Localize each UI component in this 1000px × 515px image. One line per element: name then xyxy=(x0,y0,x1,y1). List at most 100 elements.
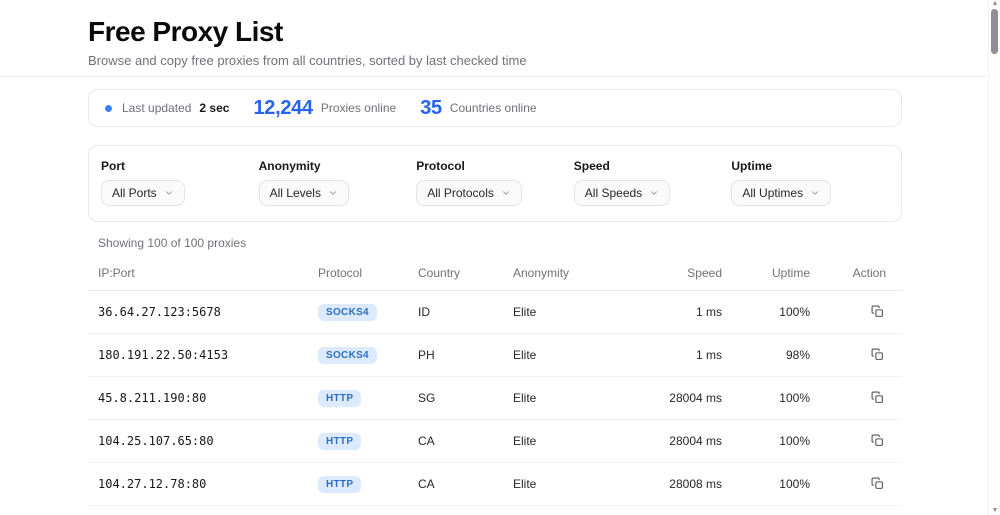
chevron-down-icon xyxy=(164,188,174,198)
page-subtitle: Browse and copy free proxies from all co… xyxy=(88,53,527,69)
action-cell xyxy=(810,376,902,420)
chevron-down-icon xyxy=(501,188,511,198)
filter-label: Port xyxy=(101,159,125,173)
protocol-cell: HTTP xyxy=(318,376,418,420)
proxies-online-count: 12,244 xyxy=(253,96,313,119)
uptime-cell: 98% xyxy=(722,333,810,377)
protocol-badge: HTTP xyxy=(318,432,362,450)
ip-port-cell: 180.191.22.50:4153 xyxy=(88,333,318,377)
country-cell: BR xyxy=(418,505,513,515)
filter-dropdown-port[interactable]: All Ports xyxy=(101,180,185,206)
ip-port-cell: 104.25.107.65:80 xyxy=(88,419,318,463)
scrollbar[interactable]: ▲ ▼ xyxy=(988,0,1000,515)
uptime-cell: 100% xyxy=(722,376,810,420)
copy-button[interactable] xyxy=(869,346,886,363)
filter-selected-value: All Uptimes xyxy=(742,186,804,200)
copy-button[interactable] xyxy=(869,303,886,320)
anonymity-cell: Elite xyxy=(513,419,643,463)
scrollbar-thumb[interactable] xyxy=(991,9,998,54)
filter-label: Uptime xyxy=(731,159,773,173)
page-header: Free Proxy List Browse and copy free pro… xyxy=(0,0,1000,77)
anonymity-cell: Elite xyxy=(513,462,643,506)
speed-cell: 28004 ms xyxy=(643,419,722,463)
proxy-table: IP:Port Protocol Country Anonymity Speed Upti… xyxy=(88,252,902,515)
table-row: 104.27.12.78:80 HTTP CA Elite 28008 ms 1… xyxy=(88,462,902,506)
filter-group: Uptime All Uptimes xyxy=(731,159,889,206)
copy-button[interactable] xyxy=(869,432,886,449)
filter-group: Protocol All Protocols xyxy=(416,159,574,206)
uptime-cell: 100% xyxy=(722,419,810,463)
main-content: Last updated 2 sec 12,244 Proxies online… xyxy=(88,89,902,515)
speed-cell: 28008 ms xyxy=(643,462,722,506)
scroll-down-icon[interactable]: ▼ xyxy=(989,507,1000,514)
speed-cell: 1 ms xyxy=(643,290,722,334)
page-title: Free Proxy List xyxy=(88,16,283,47)
speed-cell: 1 ms xyxy=(643,333,722,377)
ip-port-cell: 36.64.27.123:5678 xyxy=(88,290,318,334)
copy-button[interactable] xyxy=(869,475,886,492)
filter-label: Speed xyxy=(573,159,610,173)
scroll-up-icon[interactable]: ▲ xyxy=(989,0,1000,7)
action-cell xyxy=(810,505,902,515)
live-status-dot-icon xyxy=(105,104,112,112)
filter-selected-value: All Ports xyxy=(112,186,157,200)
free-proxy-list-page: Free Proxy List Browse and copy free pro… xyxy=(0,0,1000,515)
country-cell: CA xyxy=(418,419,513,463)
copy-button[interactable] xyxy=(869,389,886,406)
column-header-uptime: Uptime xyxy=(722,252,810,291)
protocol-badge: HTTP xyxy=(318,475,362,493)
protocol-cell: SOCKS4 xyxy=(318,505,418,515)
anonymity-cell: Elite xyxy=(513,333,643,377)
column-header-country: Country xyxy=(418,252,513,291)
protocol-cell: SOCKS4 xyxy=(318,333,418,377)
filter-dropdown-uptime[interactable]: All Uptimes xyxy=(731,180,832,206)
uptime-cell: 99% xyxy=(722,505,810,515)
protocol-badge: SOCKS4 xyxy=(318,303,377,321)
protocol-cell: HTTP xyxy=(318,419,418,463)
results-summary: Showing 100 of 100 proxies xyxy=(98,236,247,250)
filter-dropdown-protocol[interactable]: All Protocols xyxy=(416,180,522,206)
filter-selected-value: All Levels xyxy=(269,186,321,200)
country-cell: SG xyxy=(418,376,513,420)
column-header-action: Action xyxy=(810,252,902,291)
column-header-anonymity: Anonymity xyxy=(513,252,643,291)
uptime-cell: 100% xyxy=(722,462,810,506)
proxy-table-header: IP:Port Protocol Country Anonymity Speed Upti… xyxy=(88,252,902,291)
filter-group: Anonymity All Levels xyxy=(258,159,417,206)
country-cell: PH xyxy=(418,333,513,377)
country-cell: ID xyxy=(418,290,513,334)
countries-online-count: 35 xyxy=(420,96,442,119)
action-cell xyxy=(810,462,902,506)
chevron-down-icon xyxy=(328,188,338,198)
ip-port-cell: 200.159.146.184:4153 xyxy=(88,505,318,515)
protocol-cell: HTTP xyxy=(318,462,418,506)
table-row: 45.8.211.190:80 HTTP SG Elite 28004 ms 1… xyxy=(88,376,902,420)
filter-selected-value: All Speeds xyxy=(584,186,643,200)
filter-label: Anonymity xyxy=(258,159,321,173)
copy-icon xyxy=(871,434,883,446)
filter-label: Protocol xyxy=(416,159,465,173)
protocol-badge: HTTP xyxy=(318,389,362,407)
filter-dropdown-anonymity[interactable]: All Levels xyxy=(258,180,349,206)
table-row: 180.191.22.50:4153 SOCKS4 PH Elite 1 ms … xyxy=(88,333,902,377)
country-cell: CA xyxy=(418,462,513,506)
ip-port-cell: 45.8.211.190:80 xyxy=(88,376,318,420)
filter-dropdown-speed[interactable]: All Speeds xyxy=(573,180,671,206)
anonymity-cell: Elite xyxy=(513,290,643,334)
uptime-cell: 100% xyxy=(722,290,810,334)
protocol-cell: SOCKS4 xyxy=(318,290,418,334)
table-row: 36.64.27.123:5678 SOCKS4 ID Elite 1 ms 1… xyxy=(88,290,902,334)
column-header-speed: Speed xyxy=(643,252,722,291)
table-row: 104.25.107.65:80 HTTP CA Elite 28004 ms … xyxy=(88,419,902,463)
ip-port-cell: 104.27.12.78:80 xyxy=(88,462,318,506)
speed-cell: 28004 ms xyxy=(643,376,722,420)
status-card: Last updated 2 sec 12,244 Proxies online… xyxy=(88,89,902,127)
action-cell xyxy=(810,333,902,377)
action-cell xyxy=(810,290,902,334)
last-updated-value: 2 sec xyxy=(199,101,230,115)
anonymity-cell: Elite xyxy=(513,376,643,420)
action-cell xyxy=(810,419,902,463)
column-header-ip-port: IP:Port xyxy=(88,252,318,291)
filter-group: Speed All Speeds xyxy=(573,159,732,206)
column-header-protocol: Protocol xyxy=(318,252,418,291)
